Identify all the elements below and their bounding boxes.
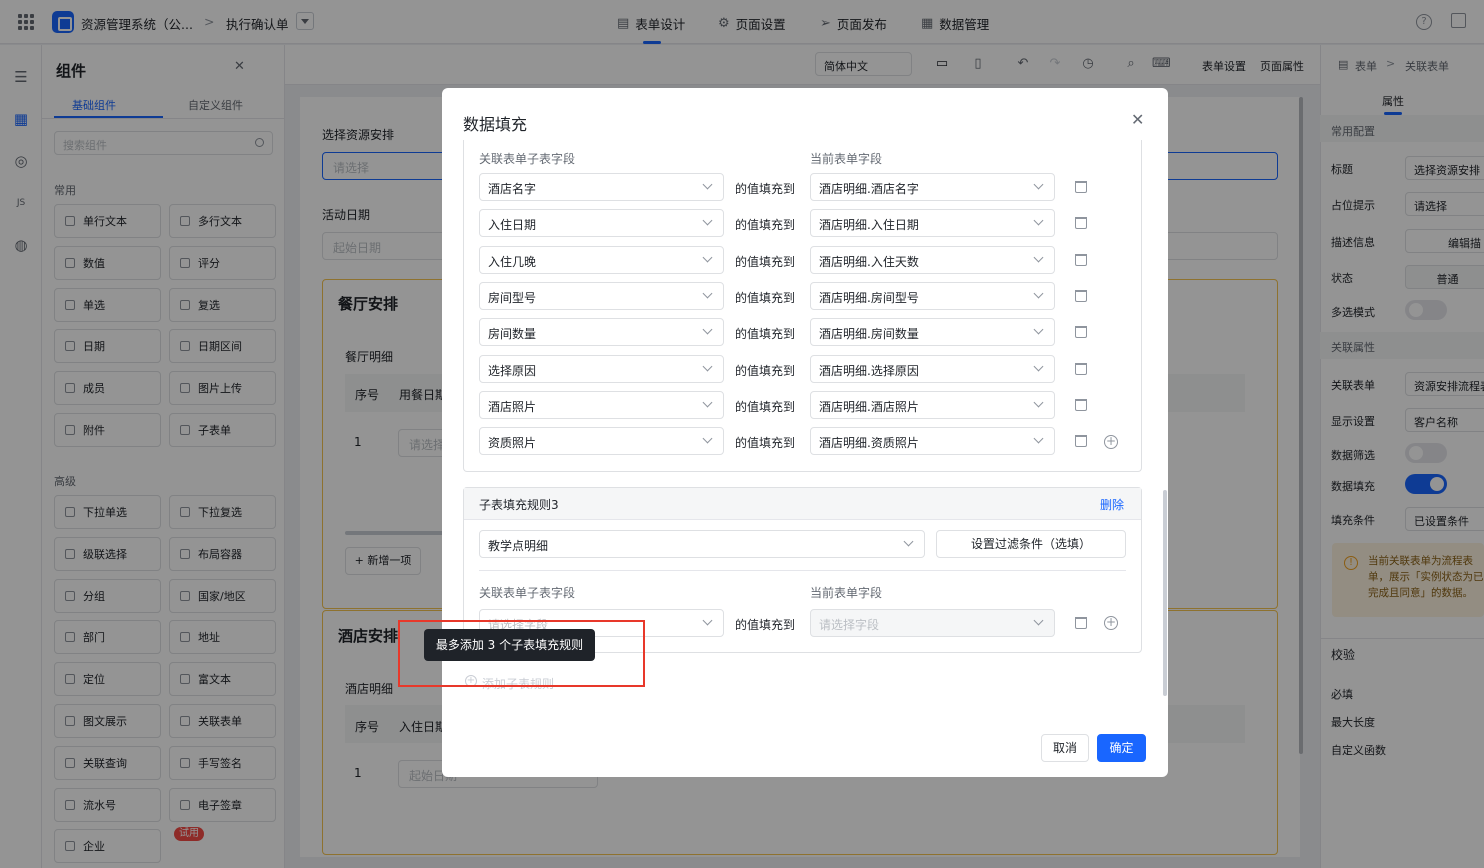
fill-rule-3-delete[interactable]: 删除 [1100,496,1124,513]
fill-to-label: 的值填充到 [735,436,796,451]
target-field-select[interactable]: 酒店明细.选择原因 [810,354,1055,383]
target-field-select[interactable]: 酒店明细.房间型号 [810,281,1055,310]
fill-to-label: 的值填充到 [735,218,796,233]
target-field-select[interactable]: 酒店明细.酒店名字 [810,173,1055,201]
delete-mapping-icon[interactable] [1075,181,1087,193]
cancel-button[interactable]: 取消 [1041,734,1089,762]
source-field-select[interactable]: 资质照片 [479,427,724,456]
delete-mapping-icon[interactable] [1075,326,1087,339]
rule3-col-header-source: 关联表单子表字段 [479,586,576,600]
fill-to-label: 的值填充到 [735,363,796,378]
rule3-delete-icon[interactable] [1075,617,1087,629]
fill-to-label: 的值填充到 [735,399,796,414]
col-header-target: 当前表单字段 [810,152,883,166]
target-field-select[interactable]: 酒店明细.房间数量 [810,318,1055,347]
source-field-select[interactable]: 房间数量 [479,318,724,347]
rule3-add-icon[interactable]: + [1104,616,1118,630]
delete-mapping-icon[interactable] [1075,289,1087,302]
fill-to-label: 的值填充到 [735,290,796,305]
source-field-select[interactable]: 酒店名字 [479,173,724,201]
source-field-select[interactable]: 入住日期 [479,209,724,238]
rule3-col-header-target: 当前表单字段 [810,586,883,600]
delete-mapping-icon[interactable] [1075,398,1087,411]
delete-mapping-icon[interactable] [1075,435,1087,448]
source-field-select[interactable]: 酒店照片 [479,390,724,419]
fill-to-label: 的值填充到 [735,327,796,342]
confirm-button[interactable]: 确定 [1097,734,1146,762]
highlight-box [398,620,645,687]
target-field-select[interactable]: 酒店明细.资质照片 [810,427,1055,456]
delete-mapping-icon[interactable] [1075,362,1087,375]
modal-title: 数据填充 [463,115,528,134]
rule3-target-select[interactable]: 请选择字段 [810,609,1055,637]
source-field-select[interactable]: 选择原因 [479,354,724,383]
source-field-select[interactable]: 房间型号 [479,281,724,310]
target-field-select[interactable]: 酒店明细.酒店照片 [810,390,1055,419]
fill-to-label: 的值填充到 [735,182,796,196]
source-field-select[interactable]: 入住几晚 [479,245,724,274]
subtable-select[interactable]: 教学点明细 [479,530,925,558]
target-field-select[interactable]: 酒店明细.入住日期 [810,209,1055,238]
fill-rule-3-title: 子表填充规则3 [479,498,559,512]
add-mapping-icon[interactable]: + [1104,435,1118,449]
rule3-fill-to-label: 的值填充到 [735,618,796,632]
fill-to-label: 的值填充到 [735,254,796,269]
col-header-source: 关联表单子表字段 [479,152,576,166]
modal-scrollbar[interactable] [1163,490,1167,696]
filter-condition-button[interactable]: 设置过滤条件（选填） [936,530,1126,558]
delete-mapping-icon[interactable] [1075,253,1087,266]
delete-mapping-icon[interactable] [1075,217,1087,230]
fill-rule-3-header [464,488,1141,520]
close-icon[interactable]: ✕ [1131,110,1144,129]
target-field-select[interactable]: 酒店明细.入住天数 [810,245,1055,274]
rule3-divider [479,570,1126,571]
